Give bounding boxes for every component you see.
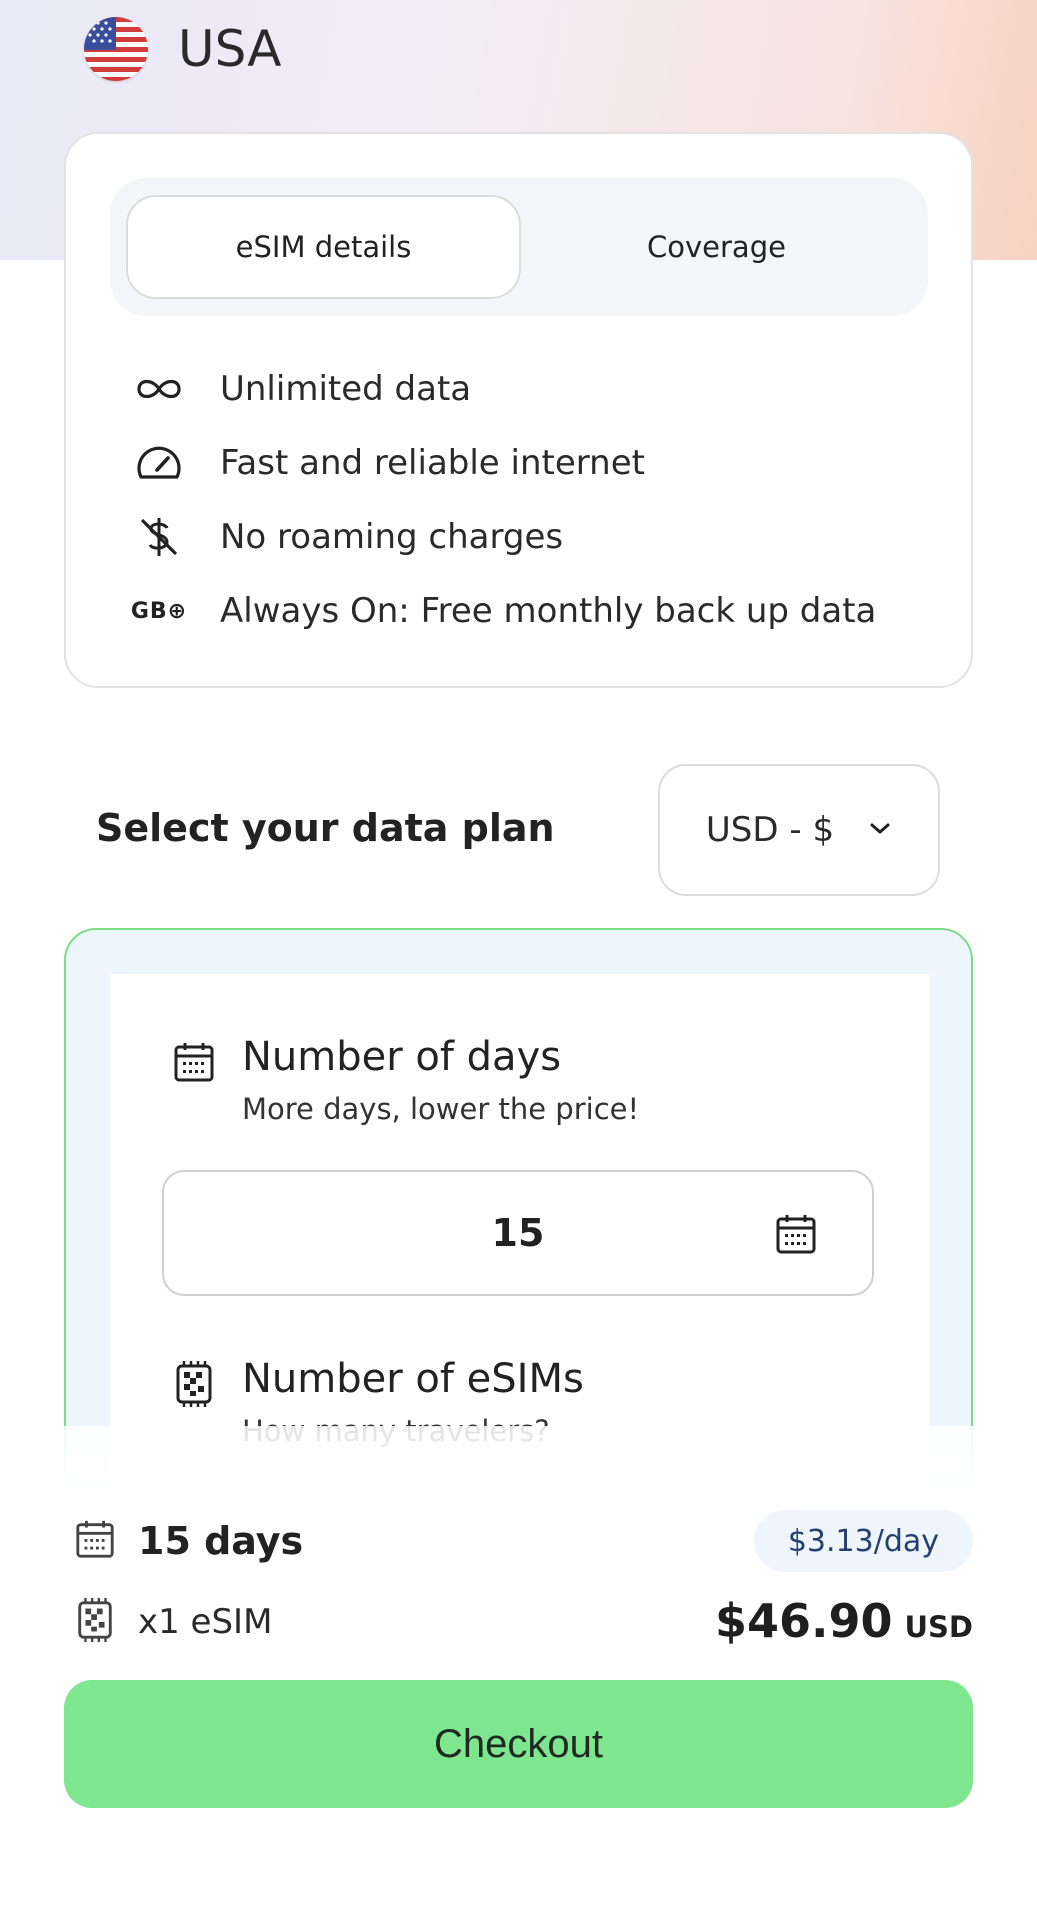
summary-days: 15 days bbox=[138, 1519, 304, 1563]
feature-list: Unlimited data Fast and reliable interne… bbox=[130, 352, 930, 648]
summary-days-row: 15 days $3.13/day bbox=[74, 1506, 973, 1576]
list-item: Fast and reliable internet bbox=[130, 426, 930, 500]
summary-esims: x1 eSIM bbox=[138, 1602, 273, 1642]
calendar-icon bbox=[172, 1040, 216, 1126]
total-price: $46.90 USD bbox=[715, 1594, 973, 1648]
tab-esim-details[interactable]: eSIM details bbox=[126, 195, 521, 299]
us-flag-icon bbox=[84, 17, 148, 81]
feature-text: No roaming charges bbox=[220, 517, 564, 557]
currency-select[interactable]: USD - $ bbox=[658, 764, 940, 896]
speedometer-icon bbox=[130, 439, 188, 487]
days-input[interactable]: 15 bbox=[162, 1170, 874, 1296]
per-day-badge: $3.13/day bbox=[753, 1510, 973, 1572]
currency-value: USD - $ bbox=[705, 810, 835, 850]
infinity-icon bbox=[130, 365, 188, 413]
tab-coverage[interactable]: Coverage bbox=[521, 195, 912, 299]
page-title: USA bbox=[178, 20, 282, 78]
feature-text: Always On: Free monthly back up data bbox=[220, 591, 877, 631]
days-section-header: Number of days More days, lower the pric… bbox=[172, 1034, 639, 1126]
page-header: USA bbox=[84, 14, 281, 84]
plan-title: Select your data plan bbox=[96, 806, 555, 850]
calendar-icon[interactable] bbox=[774, 1212, 818, 1260]
days-title: Number of days bbox=[242, 1034, 562, 1080]
esim-chip-icon bbox=[74, 1597, 116, 1647]
checkout-button[interactable]: Checkout bbox=[64, 1680, 973, 1808]
esim-details-card: eSIM details Coverage Unlimited data Fas… bbox=[64, 132, 973, 688]
total-currency: USD bbox=[904, 1610, 973, 1644]
list-item: No roaming charges bbox=[130, 500, 930, 574]
summary-esims-row: x1 eSIM $46.90 USD bbox=[74, 1590, 973, 1654]
no-dollar-icon bbox=[130, 513, 188, 561]
total-price-value: $46.90 bbox=[714, 1594, 893, 1648]
gb-plus-icon: GB⊕ bbox=[130, 598, 188, 624]
list-item: GB⊕ Always On: Free monthly back up data bbox=[130, 574, 930, 648]
feature-text: Unlimited data bbox=[220, 369, 472, 409]
days-value: 15 bbox=[491, 1211, 545, 1255]
chevron-down-icon bbox=[868, 820, 892, 840]
list-item: Unlimited data bbox=[130, 352, 930, 426]
days-subtitle: More days, lower the price! bbox=[242, 1092, 640, 1126]
calendar-icon bbox=[74, 1518, 116, 1564]
feature-text: Fast and reliable internet bbox=[220, 443, 645, 483]
esims-title: Number of eSIMs bbox=[242, 1356, 584, 1402]
order-summary: 15 days $3.13/day x1 eSIM $46.90 USD Che… bbox=[0, 1426, 1037, 1920]
details-tabs: eSIM details Coverage bbox=[110, 178, 928, 316]
plan-header-row: Select your data plan USD - $ bbox=[96, 764, 940, 896]
